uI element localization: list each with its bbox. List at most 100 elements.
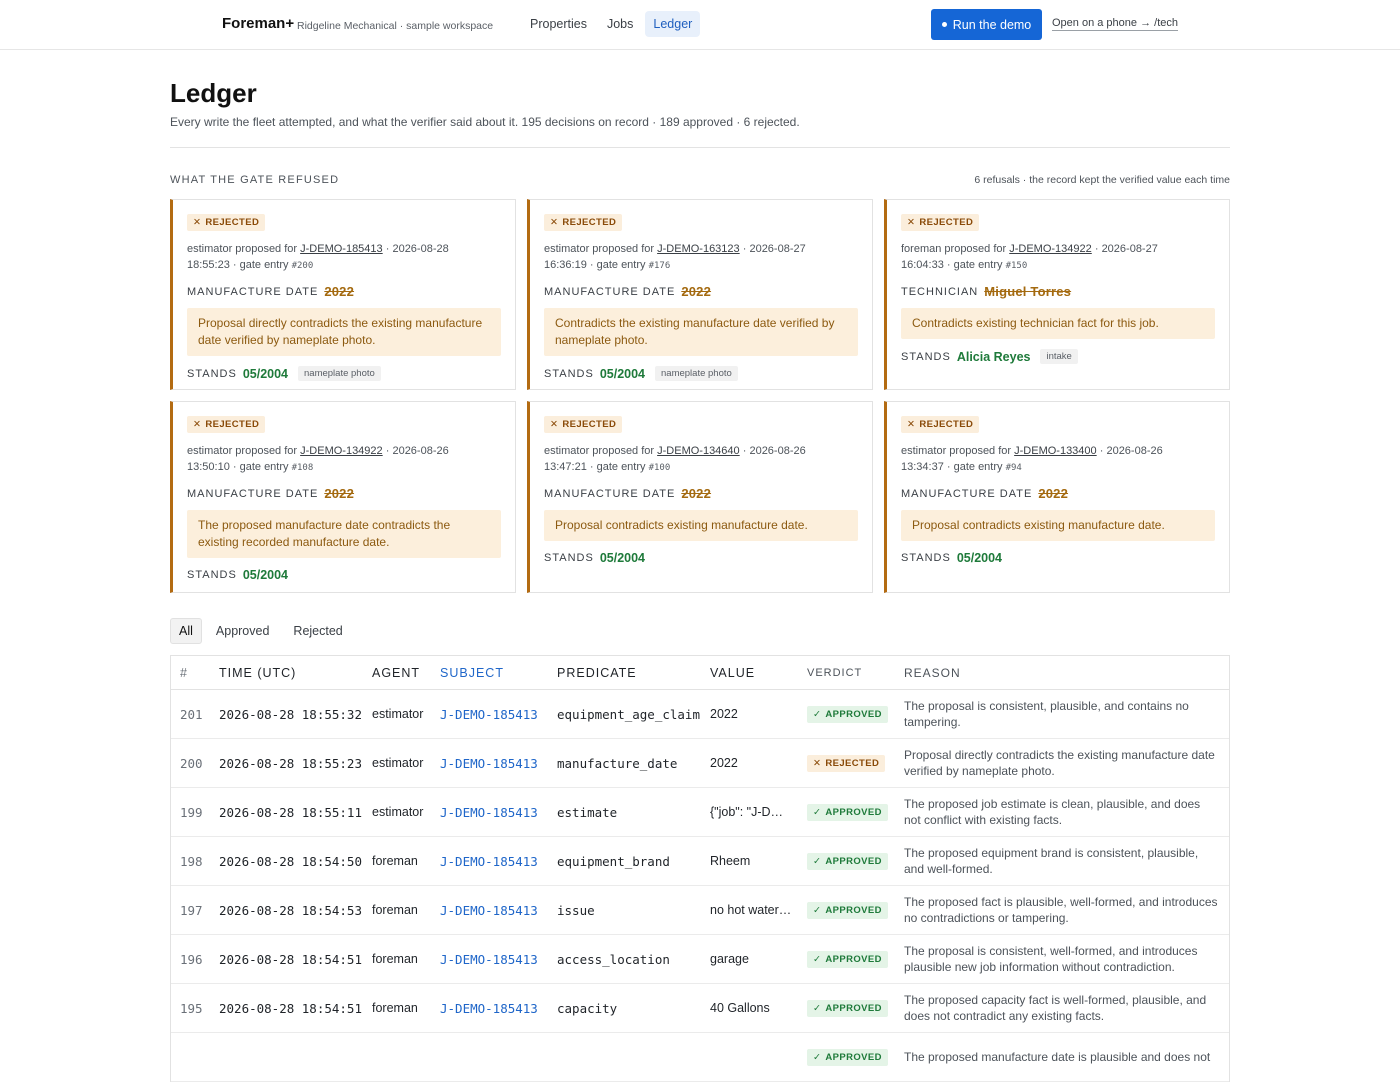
run-demo-button[interactable]: Run the demo xyxy=(931,9,1042,40)
table-row[interactable]: 195 2026-08-28 18:54:51 foreman J-DEMO-1… xyxy=(171,984,1229,1033)
table-row[interactable]: 201 2026-08-28 18:55:32 estimator J-DEMO… xyxy=(171,690,1229,739)
row-subject-link[interactable]: J-DEMO-185413 xyxy=(431,707,548,722)
nav-ledger[interactable]: Ledger xyxy=(645,11,701,37)
row-time: 2026-08-28 18:54:51 xyxy=(219,1000,362,1016)
card-entry: #108 xyxy=(291,463,314,473)
row-predicate: manufacture_date xyxy=(557,755,678,771)
top-bar: Foreman+ Ridgeline Mechanical · sample w… xyxy=(0,0,1400,50)
col-reason: Reason xyxy=(904,665,961,680)
card-time: 13:50:10 xyxy=(187,461,230,473)
row-reason: The proposed capacity fact is well-forme… xyxy=(904,993,1207,1023)
table-row[interactable]: 197 2026-08-28 18:54:53 foreman J-DEMO-1… xyxy=(171,886,1229,935)
row-verdict: ✓ APPROVED xyxy=(798,1048,895,1066)
filter-all[interactable]: All xyxy=(170,618,202,644)
row-predicate: estimate xyxy=(557,804,618,820)
open-on-phone-link[interactable]: Open on a phone → /tech xyxy=(1052,17,1178,31)
row-subject-link[interactable]: J-DEMO-185413 xyxy=(431,805,548,820)
verdict-label: REJECTED xyxy=(825,758,880,769)
card-stands-row: STANDS 05/2004 xyxy=(544,551,858,565)
refused-section-label: What the gate refused xyxy=(170,174,340,186)
card-meta: estimator proposed for J-DEMO-134640 · 2… xyxy=(544,445,806,473)
verdict-badge: ✓ APPROVED xyxy=(807,1000,888,1017)
nav-properties[interactable]: Properties xyxy=(522,11,595,37)
x-icon: ✕ xyxy=(193,217,202,228)
stands-label: STANDS xyxy=(544,367,594,380)
refusal-card: ✕ REJECTED estimator proposed for J-DEMO-… xyxy=(170,199,516,390)
table-row[interactable]: ✓ APPROVED The proposed manufacture date… xyxy=(171,1033,1229,1082)
row-predicate: access_location xyxy=(557,951,670,967)
verdict-label: APPROVED xyxy=(825,807,882,818)
brand-logo[interactable]: Foreman+ xyxy=(222,15,294,32)
verdict-label: APPROVED xyxy=(825,709,882,720)
verdict-badge: ✓ APPROVED xyxy=(807,706,888,723)
row-value: 2022 xyxy=(710,756,738,770)
card-entry: #200 xyxy=(291,261,314,271)
table-row[interactable]: 196 2026-08-28 18:54:51 foreman J-DEMO-1… xyxy=(171,935,1229,984)
row-reason: The proposed manufacture date is plausib… xyxy=(904,1050,1211,1064)
table-row[interactable]: 200 2026-08-28 18:55:23 estimator J-DEMO… xyxy=(171,739,1229,788)
card-agent: estimator xyxy=(544,445,590,457)
row-predicate: capacity xyxy=(557,1000,618,1016)
card-stands-row: STANDS Alicia Reyes intake xyxy=(901,349,1215,364)
card-reason: Contradicts the existing manufacture dat… xyxy=(544,308,858,356)
verdict-label: APPROVED xyxy=(825,1003,882,1014)
table-body: 201 2026-08-28 18:55:32 estimator J-DEMO… xyxy=(171,690,1229,1082)
row-subject-link[interactable]: J-DEMO-185413 xyxy=(431,952,548,967)
row-time: 2026-08-28 18:54:51 xyxy=(219,951,362,967)
verdict-badge: ✓ APPROVED xyxy=(807,902,888,919)
x-icon: ✕ xyxy=(193,419,202,430)
table-row[interactable]: 199 2026-08-28 18:55:11 estimator J-DEMO… xyxy=(171,788,1229,837)
card-predicate: Manufacture date xyxy=(544,487,676,500)
table-row[interactable]: 198 2026-08-28 18:54:50 foreman J-DEMO-1… xyxy=(171,837,1229,886)
card-job-link[interactable]: J-DEMO-163123 xyxy=(657,243,740,255)
main-nav: Properties Jobs Ledger xyxy=(522,11,701,37)
check-icon: ✓ xyxy=(813,1052,822,1063)
row-agent: foreman xyxy=(372,1001,418,1015)
card-date: 2026-08-26 xyxy=(1106,445,1163,457)
filter-rejected[interactable]: Rejected xyxy=(283,618,352,644)
rejected-badge: ✕ REJECTED xyxy=(901,214,980,231)
rejected-badge-label: REJECTED xyxy=(205,217,260,228)
row-subject-link[interactable]: J-DEMO-185413 xyxy=(431,854,548,869)
card-job-link[interactable]: J-DEMO-134922 xyxy=(300,445,383,457)
stands-label: STANDS xyxy=(544,552,594,564)
card-job-link[interactable]: J-DEMO-133400 xyxy=(1014,445,1097,457)
nav-jobs[interactable]: Jobs xyxy=(599,11,641,37)
row-subject-link[interactable]: J-DEMO-185413 xyxy=(431,1001,548,1016)
row-reason: The proposed equipment brand is consiste… xyxy=(904,846,1199,876)
verdict-badge: ✕ REJECTED xyxy=(807,755,886,772)
row-time: 2026-08-28 18:54:53 xyxy=(219,902,362,918)
col-num: # xyxy=(180,665,188,680)
card-meta: foreman proposed for J-DEMO-134922 · 202… xyxy=(901,243,1158,271)
rejected-badge-label: REJECTED xyxy=(919,419,974,430)
row-subject-link[interactable]: J-DEMO-185413 xyxy=(431,756,548,771)
verdict-label: APPROVED xyxy=(825,905,882,916)
row-agent: foreman xyxy=(372,854,418,868)
card-job-link[interactable]: J-DEMO-185413 xyxy=(300,243,383,255)
card-predicate-row: Manufacture date 2022 xyxy=(187,486,501,501)
page-subtitle: Every write the fleet attempted, and wha… xyxy=(170,115,800,129)
row-subject-link[interactable]: J-DEMO-185413 xyxy=(431,903,548,918)
card-date: 2026-08-28 xyxy=(392,243,449,255)
row-verdict: ✓ APPROVED xyxy=(798,852,895,870)
rejected-badge-label: REJECTED xyxy=(205,419,260,430)
row-num: 197 xyxy=(180,902,203,918)
card-reason: Proposal directly contradicts the existi… xyxy=(187,308,501,356)
card-job-link[interactable]: J-DEMO-134640 xyxy=(657,445,740,457)
row-num: 195 xyxy=(180,1000,203,1016)
row-agent: estimator xyxy=(372,756,424,770)
card-predicate-row: Manufacture date 2022 xyxy=(901,486,1215,501)
row-reason: The proposed job estimate is clean, plau… xyxy=(904,797,1201,827)
filter-approved[interactable]: Approved xyxy=(206,618,280,644)
row-value: 40 Gallons xyxy=(710,1001,770,1015)
check-icon: ✓ xyxy=(813,954,822,965)
card-predicate-row: Technician Miguel Torres xyxy=(901,284,1215,299)
card-predicate: Technician xyxy=(901,285,979,298)
row-num: 200 xyxy=(180,755,203,771)
card-job-link[interactable]: J-DEMO-134922 xyxy=(1009,243,1092,255)
verdict-badge: ✓ APPROVED xyxy=(807,951,888,968)
dot-icon xyxy=(941,22,947,27)
row-reason: The proposal is consistent, plausible, a… xyxy=(904,699,1189,729)
card-stands-row: STANDS 05/2004 nameplate photo xyxy=(544,366,858,381)
card-date: 2026-08-26 xyxy=(749,445,806,457)
